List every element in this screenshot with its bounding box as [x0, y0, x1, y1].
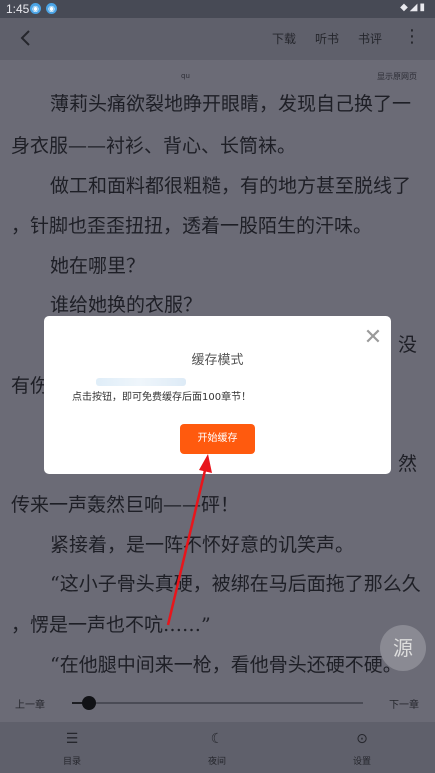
text-line: 做工和面料都很粗糙，有的地方甚至脱线了: [50, 175, 412, 197]
status-bar: 1:45 ◉ ◉ ◆◢▮: [0, 0, 435, 18]
text-line: 身衣服——衬衫、背心、长筒袜。: [11, 135, 297, 157]
page-header-left: qu: [181, 72, 190, 80]
menu-icon: ☰: [65, 731, 79, 747]
top-bar: 下载 听书 书评 ⋮: [0, 18, 435, 60]
more-menu-icon[interactable]: ⋮: [403, 26, 421, 47]
chapter-progress: 上一章 下一章: [0, 682, 435, 722]
notification-icon: ◉: [46, 3, 57, 14]
bottom-bar: ☰ 目录 ☾ 夜间 ⊙ 设置: [0, 722, 435, 773]
tab-label: 夜间: [207, 757, 226, 767]
text-line: 谁给她换的衣服？: [50, 294, 203, 316]
source-button[interactable]: 源: [380, 625, 426, 671]
review-button[interactable]: 书评: [358, 30, 382, 47]
listen-button[interactable]: 听书: [315, 30, 339, 47]
status-icons: ◆◢▮: [400, 2, 427, 13]
moon-icon: ☾: [210, 731, 224, 747]
text-line: 然: [398, 453, 418, 475]
settings-icon: ⊙: [356, 731, 368, 747]
text-line: 紧接着，是一阵不怀好意的讥笑声。: [50, 534, 355, 556]
text-line: “在他腿中间来一枪，看他骨头还硬不硬。: [50, 654, 402, 676]
start-cache-button[interactable]: 开始缓存: [180, 424, 255, 454]
notification-icon: ◉: [30, 3, 41, 14]
tab-night-mode[interactable]: ☾ 夜间: [187, 729, 247, 767]
text-line: ，针脚也歪歪扭扭，透着一股陌生的汗味。: [11, 215, 373, 237]
text-line: “这小子骨头真硬，被绑在马后面拖了那么久: [50, 573, 421, 595]
battery-icon: ▮: [419, 2, 427, 13]
progress-track[interactable]: [72, 696, 363, 710]
tab-settings[interactable]: ⊙ 设置: [332, 729, 392, 767]
text-line: 传来一声轰然巨响——砰！: [11, 494, 240, 516]
close-icon[interactable]: ✕: [363, 327, 383, 349]
tab-label: 目录: [62, 757, 81, 767]
signal-icon: ◆: [400, 2, 410, 13]
show-original-link[interactable]: 显示原网页: [377, 71, 417, 82]
tab-contents[interactable]: ☰ 目录: [42, 729, 102, 767]
download-button[interactable]: 下载: [272, 30, 296, 47]
text-line: 没: [398, 334, 418, 356]
text-line: 她在哪里？: [50, 255, 146, 277]
status-time: 1:45: [6, 2, 30, 16]
prev-chapter-button[interactable]: 上一章: [15, 696, 45, 711]
tab-label: 设置: [352, 757, 371, 767]
text-line: ，愣是一声也不吭……”: [11, 614, 211, 636]
progress-slider-thumb[interactable]: [82, 696, 97, 710]
back-button[interactable]: [14, 26, 38, 50]
blurred-watermark: [96, 378, 186, 386]
dialog-title: 缓存模式: [191, 353, 244, 368]
next-chapter-button[interactable]: 下一章: [389, 696, 419, 711]
cache-mode-dialog: ✕ 缓存模式 点击按钮，即可免费缓存后面100章节！ 开始缓存: [44, 316, 391, 474]
back-arrow-icon: [20, 30, 30, 46]
text-line: 薄莉头痛欲裂地睁开眼睛，发现自己换了一: [50, 93, 412, 115]
dialog-message: 点击按钮，即可免费缓存后面100章节！: [72, 392, 252, 403]
